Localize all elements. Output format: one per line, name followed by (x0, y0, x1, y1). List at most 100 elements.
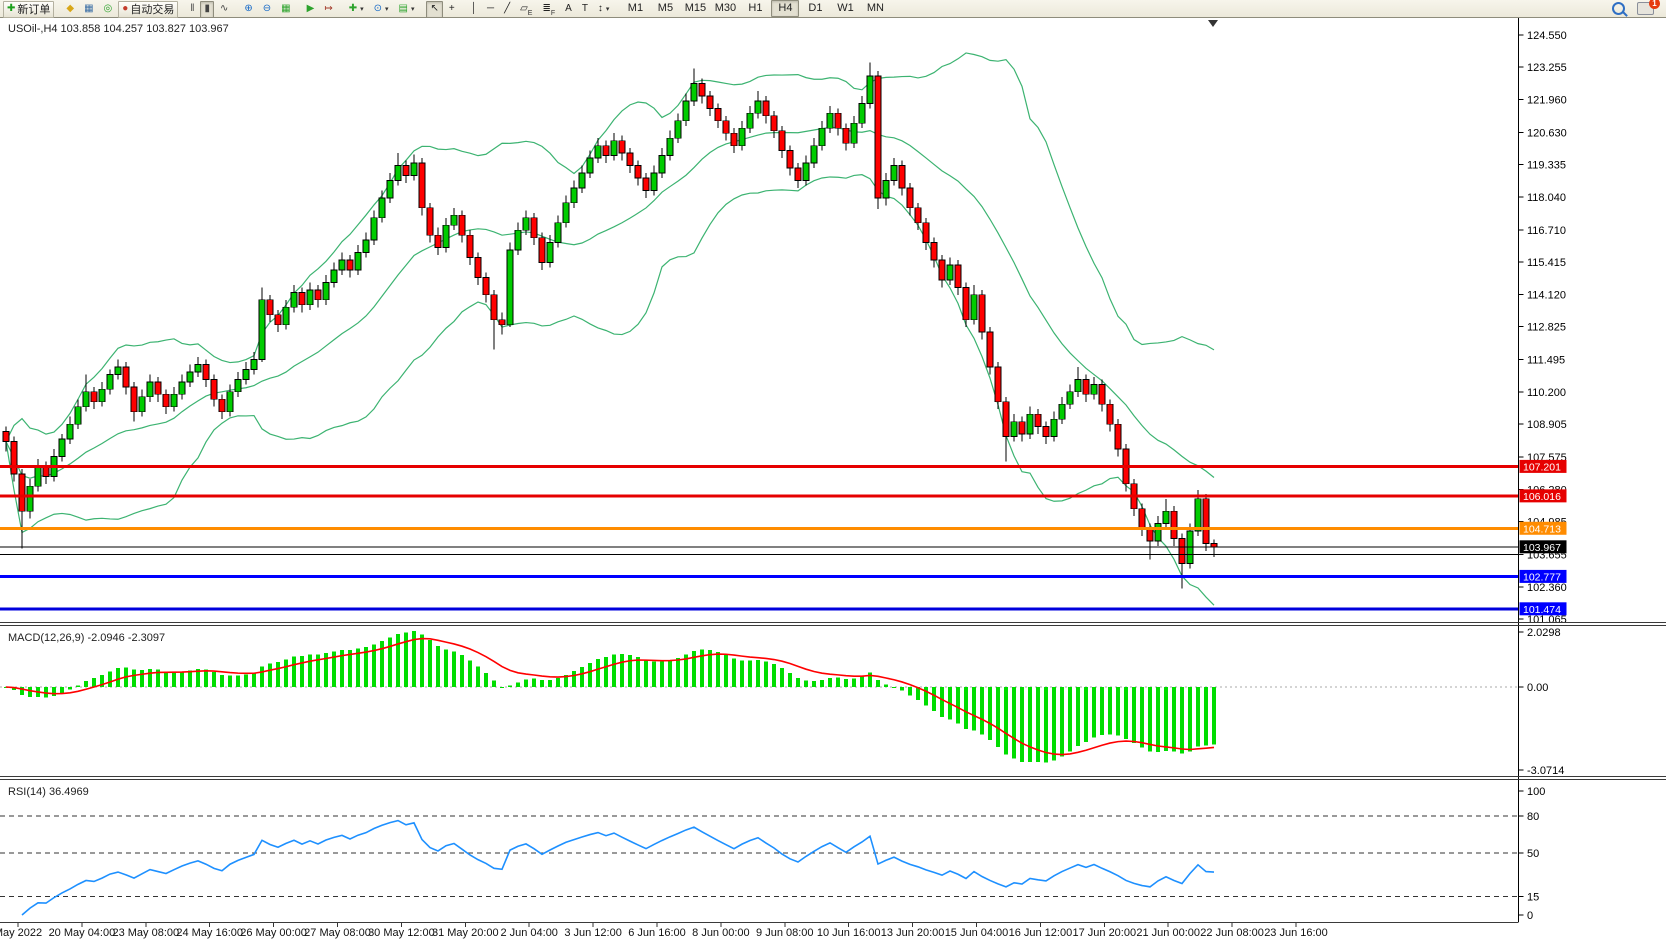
candle (299, 292, 305, 304)
candle (931, 243, 937, 260)
macd-bar (1140, 687, 1144, 748)
candle (859, 103, 865, 123)
macd-bar (1092, 687, 1096, 738)
price-label: 101.474 (1523, 604, 1561, 616)
macd-bar (804, 680, 808, 687)
macd-bar (500, 687, 504, 688)
macd-bar (620, 654, 624, 687)
candle (1203, 499, 1209, 544)
candle (1099, 384, 1105, 404)
auto-scroll-button[interactable]: ▶ (303, 1, 319, 18)
candle (451, 215, 457, 225)
bar-chart-button[interactable]: ‖ (186, 1, 198, 18)
candle (187, 372, 193, 382)
candle (763, 101, 769, 116)
vertical-line-button[interactable]: │ (467, 1, 481, 18)
zoom-in-icon: ⊕ (244, 4, 252, 14)
candle (1211, 544, 1217, 547)
candlestick-chart-button[interactable]: ▮ (200, 1, 214, 18)
cursor-button[interactable]: ↖ (426, 1, 442, 18)
macd-bar (460, 655, 464, 687)
time-tick-label: 27 May 08:00 (304, 927, 371, 939)
macd-bar (604, 657, 608, 687)
macd-bar (180, 671, 184, 687)
time-tick-label: 26 May 00:00 (240, 927, 307, 939)
timeframe-button-m30[interactable]: M30 (711, 0, 739, 17)
horizontal-line-icon: ─ (487, 4, 494, 14)
timeframe-button-d1[interactable]: D1 (801, 0, 829, 17)
rsi-tick-label: 0 (1527, 910, 1533, 922)
templates-button[interactable]: ▤▾ (395, 1, 419, 18)
candle (1195, 499, 1201, 531)
candle (459, 215, 465, 235)
arrows-button[interactable]: ↕▾ (594, 1, 614, 18)
market-watch-button[interactable]: ▦ (80, 1, 97, 18)
macd-bar (444, 649, 448, 687)
macd-bar (964, 687, 968, 729)
rsi-indicator-label: RSI(14) 36.4969 (8, 786, 89, 798)
macd-bar (524, 679, 528, 687)
search-icon[interactable] (1612, 2, 1625, 15)
time-tick-label: 9 Jun 08:00 (756, 927, 814, 939)
candle (843, 128, 849, 143)
zoom-out-button[interactable]: ⊖ (259, 1, 275, 18)
candle (235, 379, 241, 391)
macd-bar (628, 655, 632, 687)
candle (379, 198, 385, 218)
candle (307, 290, 313, 305)
macd-bar (676, 658, 680, 687)
macd-bar (652, 662, 656, 687)
chart-shift-button[interactable]: ↦ (320, 1, 336, 18)
macd-bar (724, 655, 728, 687)
line-chart-button[interactable]: ∿ (216, 1, 232, 18)
macd-bar (924, 687, 928, 706)
macd-bar (188, 670, 192, 687)
tile-windows-button[interactable]: ▦ (277, 1, 294, 18)
indicators-button[interactable]: ✚▾ (345, 1, 368, 18)
text-label-button[interactable]: T (578, 1, 592, 18)
horizontal-line-button[interactable]: ─ (483, 1, 498, 18)
candle (1043, 427, 1049, 437)
charts-profile-button[interactable]: ◆ (62, 1, 78, 18)
trendline-button[interactable]: ╱ (500, 1, 514, 18)
timeframe-button-h4[interactable]: H4 (771, 0, 799, 17)
candle (475, 258, 481, 278)
periods-button[interactable]: ⊙▾ (370, 1, 393, 18)
text-button[interactable]: A (561, 1, 576, 18)
autotrading-button[interactable]: ●自动交易 (118, 1, 178, 18)
macd-bar (164, 671, 168, 687)
channel-icon: ▱ (520, 4, 528, 14)
candle (987, 332, 993, 367)
candle (59, 439, 65, 456)
crosshair-button[interactable]: + (445, 1, 459, 18)
timeframe-button-w1[interactable]: W1 (831, 0, 859, 17)
candle (995, 367, 1001, 402)
price-tick-label: 112.825 (1527, 322, 1566, 334)
signals-button[interactable]: ◎ (100, 1, 117, 18)
fibonacci-button[interactable]: ≣F (538, 1, 559, 18)
macd-bar (756, 660, 760, 687)
chart-ohlc-title: USOil-,H4 103.858 104.257 103.827 103.96… (8, 23, 229, 35)
candle (1019, 422, 1025, 434)
time-tick-label: 6 Jun 16:00 (628, 927, 686, 939)
macd-bar (356, 649, 360, 687)
timeframe-button-m5[interactable]: M5 (651, 0, 679, 17)
chart-canvas[interactable]: 124.550123.255121.960120.630119.335118.0… (0, 18, 1666, 939)
notifications-icon[interactable]: 1 (1637, 2, 1654, 15)
candle (723, 121, 729, 133)
macd-bar (780, 668, 784, 687)
new-order-button[interactable]: ✚新订单 (3, 1, 54, 18)
equidistant-channel-button[interactable]: ▱E (516, 1, 536, 18)
zoom-in-button[interactable]: ⊕ (240, 1, 256, 18)
candle (1075, 379, 1081, 391)
price-tick-label: 102.360 (1527, 582, 1567, 594)
timeframe-button-mn[interactable]: MN (861, 0, 889, 17)
candle (219, 399, 225, 411)
timeframe-button-m1[interactable]: M1 (621, 0, 649, 17)
candle (819, 128, 825, 145)
timeframe-button-h1[interactable]: H1 (741, 0, 769, 17)
candle (251, 360, 257, 370)
timeframe-button-m15[interactable]: M15 (681, 0, 709, 17)
time-tick-label: 2 Jun 04:00 (500, 927, 558, 939)
macd-bar (244, 674, 248, 687)
